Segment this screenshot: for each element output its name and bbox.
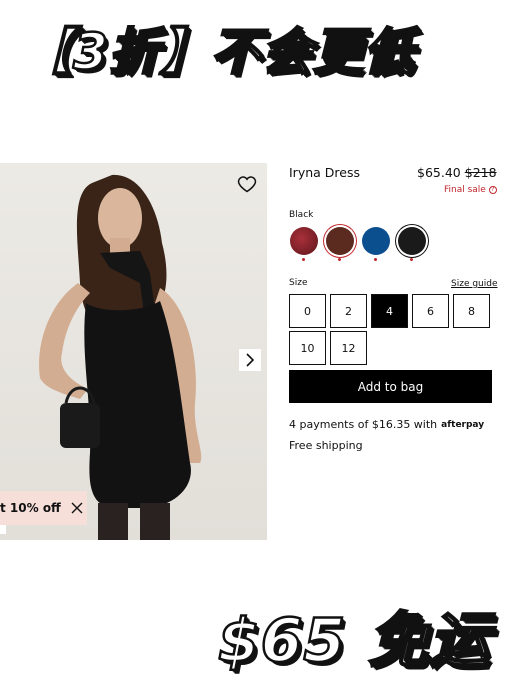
size-label: Size: [289, 278, 308, 288]
swatch-dot: [302, 258, 305, 261]
payments-text: 4 payments of $16.35 with: [289, 418, 438, 431]
sale-price: $65.40: [417, 165, 461, 180]
swatch-dot: [338, 258, 341, 261]
info-icon[interactable]: ?: [488, 186, 497, 194]
afterpay-logo[interactable]: afterpay: [441, 420, 484, 430]
color-swatches: [290, 227, 426, 261]
swatch-red-print[interactable]: [290, 227, 318, 261]
installment-payments: 4 payments of $16.35 with afterpay: [289, 418, 484, 431]
shipping-info: Free shipping: [289, 439, 363, 452]
add-to-bag-button[interactable]: Add to bag: [289, 370, 492, 403]
size-guide-link[interactable]: Size guide: [451, 279, 498, 289]
model-photo: [39, 174, 202, 540]
swatch-blue[interactable]: [362, 227, 390, 261]
swatch-dot: [374, 258, 377, 261]
product-image: [0, 163, 267, 540]
swatch-black-fill: [398, 227, 426, 255]
swatch-brown[interactable]: [326, 227, 354, 261]
swatch-black[interactable]: [398, 227, 426, 261]
color-label: Black: [289, 210, 314, 220]
size-option[interactable]: 0: [289, 294, 326, 328]
product-price: $65.40 $218: [417, 165, 497, 180]
size-option[interactable]: 2: [330, 294, 367, 328]
size-option[interactable]: 12: [330, 331, 367, 365]
wishlist-heart-icon[interactable]: [237, 174, 257, 194]
next-image-chevron-right-icon[interactable]: [239, 349, 261, 371]
size-option[interactable]: 6: [412, 294, 449, 328]
swatch-blue-fill: [362, 227, 390, 255]
final-sale-label: Final sale: [444, 185, 486, 195]
swatch-red-print-fill: [290, 227, 318, 255]
promo-headline-top: 【3折】不会更低: [21, 22, 415, 83]
final-sale-note: Final sale ?: [444, 185, 497, 195]
product-title: Iryna Dress: [289, 165, 360, 180]
close-icon[interactable]: [71, 502, 83, 514]
size-option[interactable]: 10: [289, 331, 326, 365]
promo-headline-bottom: $65 免运: [217, 605, 491, 678]
size-option-selected[interactable]: 4: [371, 294, 408, 328]
swatch-brown-fill: [326, 227, 354, 255]
discount-tab[interactable]: t 10% off: [0, 491, 87, 525]
original-price: $218: [464, 165, 497, 180]
size-selector: 0 2 4 6 8 10 12: [289, 294, 492, 365]
size-option[interactable]: 8: [453, 294, 490, 328]
discount-tab-text: t 10% off: [0, 501, 61, 515]
swatch-dot: [410, 258, 413, 261]
